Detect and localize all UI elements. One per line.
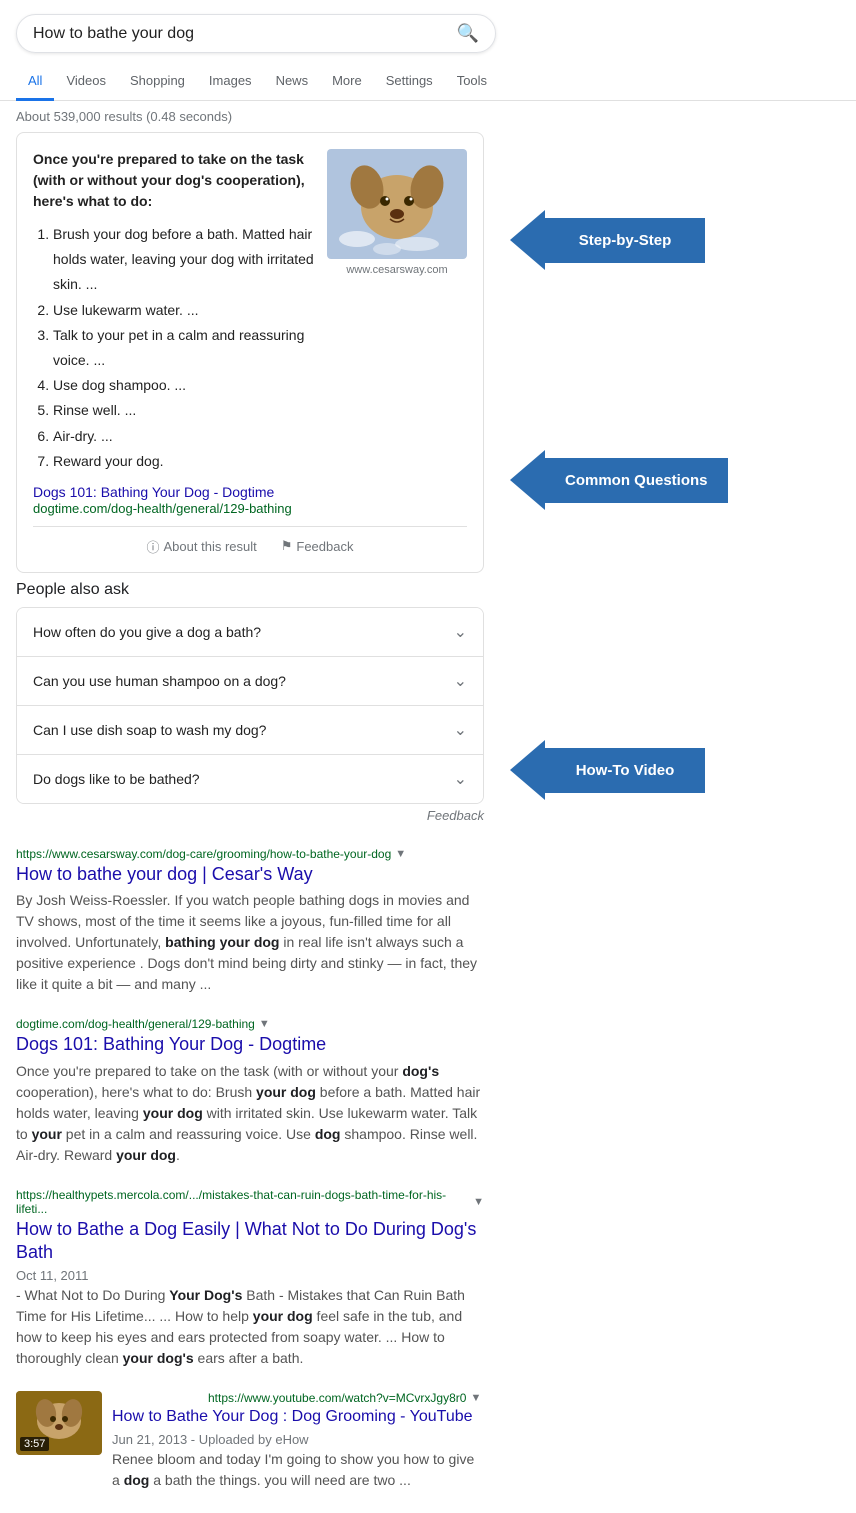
chevron-down-icon: ⌄ [454, 769, 467, 789]
step-by-step-arrow: Step-by-Step [510, 210, 846, 270]
chevron-down-icon: ⌄ [454, 720, 467, 740]
tab-tools[interactable]: Tools [445, 63, 499, 101]
search-result-2: https://healthypets.mercola.com/.../mist… [16, 1188, 484, 1370]
results-column: Once you're prepared to take on the task… [0, 132, 500, 1513]
about-result-button[interactable]: ⓘ About this result [147, 537, 257, 556]
common-questions-arrow: Common Questions [510, 450, 846, 510]
tab-more[interactable]: More [320, 63, 374, 101]
result-date-2: Oct 11, 2011 [16, 1268, 484, 1283]
video-info: https://www.youtube.com/watch?v=MCvrxJgy… [112, 1391, 484, 1491]
video-duration: 3:57 [20, 1437, 49, 1451]
paa-box: How often do you give a dog a bath? ⌄ Ca… [16, 607, 484, 804]
dog-image [327, 149, 467, 259]
video-title[interactable]: How to Bathe Your Dog : Dog Grooming - Y… [112, 1407, 484, 1428]
paa-item-0[interactable]: How often do you give a dog a bath? ⌄ [17, 608, 483, 657]
video-date: Jun 21, 2013 - Uploaded by eHow [112, 1432, 484, 1447]
snippet-heading: Once you're prepared to take on the task… [33, 149, 315, 212]
snippet-step-4: Use dog shampoo. ... [53, 373, 315, 398]
people-also-ask: People also ask How often do you give a … [16, 581, 484, 831]
snippet-image-container: www.cesarsway.com [327, 149, 467, 474]
info-icon: ⓘ [147, 537, 160, 556]
dropdown-icon-1[interactable]: ▼ [259, 1018, 270, 1030]
video-result: 3:57 https://www.youtube.com/watch?v=MCv… [16, 1391, 484, 1491]
video-thumbnail: 3:57 [16, 1391, 102, 1455]
dropdown-icon-0[interactable]: ▼ [395, 848, 406, 860]
step-by-step-annotation: Step-by-Step [510, 210, 846, 270]
tab-videos[interactable]: Videos [54, 63, 118, 101]
tab-shopping[interactable]: Shopping [118, 63, 197, 101]
dropdown-icon-2[interactable]: ▼ [473, 1196, 484, 1208]
main-layout: Once you're prepared to take on the task… [0, 132, 856, 1513]
result-url-0: https://www.cesarsway.com/dog-care/groom… [16, 847, 391, 861]
snippet-url: dogtime.com/dog-health/general/129-bathi… [33, 501, 292, 516]
featured-snippet: Once you're prepared to take on the task… [16, 132, 484, 573]
video-url: https://www.youtube.com/watch?v=MCvrxJgy… [208, 1391, 466, 1405]
snippet-text: Once you're prepared to take on the task… [33, 149, 315, 474]
snippet-step-3: Talk to your pet in a calm and reassurin… [53, 323, 315, 373]
feedback-label: Feedback [296, 539, 353, 554]
search-bar: 🔍 [16, 14, 496, 53]
snippet-image-caption: www.cesarsway.com [327, 264, 467, 276]
common-questions-arrow-pointer [510, 450, 545, 510]
video-dropdown-icon[interactable]: ▼ [470, 1392, 481, 1404]
paa-item-1[interactable]: Can you use human shampoo on a dog? ⌄ [17, 657, 483, 706]
nav-tabs: All Videos Shopping Images News More Set… [0, 63, 856, 101]
chevron-down-icon: ⌄ [454, 622, 467, 642]
paa-title: People also ask [16, 581, 484, 599]
flag-icon: ⚑ [281, 538, 293, 554]
snippet-step-1: Brush your dog before a bath. Matted hai… [53, 222, 315, 298]
paa-question-2: Can I use dish soap to wash my dog? [33, 722, 266, 738]
snippet-step-5: Rinse well. ... [53, 398, 315, 423]
tab-news[interactable]: News [264, 63, 321, 101]
tab-settings[interactable]: Settings [374, 63, 445, 101]
result-desc-0: By Josh Weiss-Roessler. If you watch peo… [16, 890, 484, 995]
snippet-step-6: Air-dry. ... [53, 424, 315, 449]
search-result-1: dogtime.com/dog-health/general/129-bathi… [16, 1017, 484, 1165]
result-desc-1: Once you're prepared to take on the task… [16, 1061, 484, 1166]
search-result-0: https://www.cesarsway.com/dog-care/groom… [16, 847, 484, 995]
feedback-button[interactable]: ⚑ Feedback [281, 538, 354, 554]
tab-images[interactable]: Images [197, 63, 264, 101]
paa-question-3: Do dogs like to be bathed? [33, 771, 200, 787]
snippet-content: Once you're prepared to take on the task… [33, 149, 467, 474]
result-title-0[interactable]: How to bathe your dog | Cesar's Way [16, 863, 484, 886]
paa-question-0: How often do you give a dog a bath? [33, 624, 261, 640]
result-title-1[interactable]: Dogs 101: Bathing Your Dog - Dogtime [16, 1033, 484, 1056]
step-by-step-label: Step-by-Step [545, 218, 705, 263]
snippet-footer: ⓘ About this result ⚑ Feedback [33, 526, 467, 556]
result-desc-2: - What Not to Do During Your Dog's Bath … [16, 1285, 484, 1369]
search-input[interactable] [33, 25, 457, 43]
video-desc: Renee bloom and today I'm going to show … [112, 1449, 484, 1491]
snippet-step-2: Use lukewarm water. ... [53, 298, 315, 323]
paa-question-1: Can you use human shampoo on a dog? [33, 673, 286, 689]
tab-all[interactable]: All [16, 63, 54, 101]
result-url-2: https://healthypets.mercola.com/.../mist… [16, 1188, 469, 1216]
result-url-1: dogtime.com/dog-health/general/129-bathi… [16, 1017, 255, 1031]
snippet-steps: Brush your dog before a bath. Matted hai… [33, 222, 315, 474]
video-url-line: https://www.youtube.com/watch?v=MCvrxJgy… [208, 1391, 484, 1405]
how-to-video-arrow: How-To Video [510, 740, 846, 800]
snippet-source-link[interactable]: Dogs 101: Bathing Your Dog - Dogtime [33, 484, 467, 500]
paa-item-2[interactable]: Can I use dish soap to wash my dog? ⌄ [17, 706, 483, 755]
chevron-down-icon: ⌄ [454, 671, 467, 691]
results-count: About 539,000 results (0.48 seconds) [0, 101, 856, 132]
step-by-step-arrow-pointer [510, 210, 545, 270]
paa-feedback[interactable]: Feedback [16, 804, 484, 831]
video-body: 3:57 https://www.youtube.com/watch?v=MCv… [16, 1391, 484, 1491]
paa-item-3[interactable]: Do dogs like to be bathed? ⌄ [17, 755, 483, 803]
how-to-video-label: How-To Video [545, 748, 705, 793]
result-url-line-1: dogtime.com/dog-health/general/129-bathi… [16, 1017, 484, 1031]
how-to-video-arrow-pointer [510, 740, 545, 800]
how-to-video-annotation: How-To Video [510, 740, 846, 800]
snippet-step-7: Reward your dog. [53, 449, 315, 474]
result-url-line-0: https://www.cesarsway.com/dog-care/groom… [16, 847, 484, 861]
search-bar-container: 🔍 [0, 0, 856, 53]
annotations-column: Step-by-Step Common Questions How-To Vid… [500, 132, 856, 1513]
about-result-label: About this result [164, 539, 257, 554]
common-questions-annotation: Common Questions [510, 450, 846, 510]
result-url-line-2: https://healthypets.mercola.com/.../mist… [16, 1188, 484, 1216]
result-title-2[interactable]: How to Bathe a Dog Easily | What Not to … [16, 1218, 484, 1265]
common-questions-label: Common Questions [545, 458, 728, 503]
search-icon[interactable]: 🔍 [457, 23, 479, 44]
